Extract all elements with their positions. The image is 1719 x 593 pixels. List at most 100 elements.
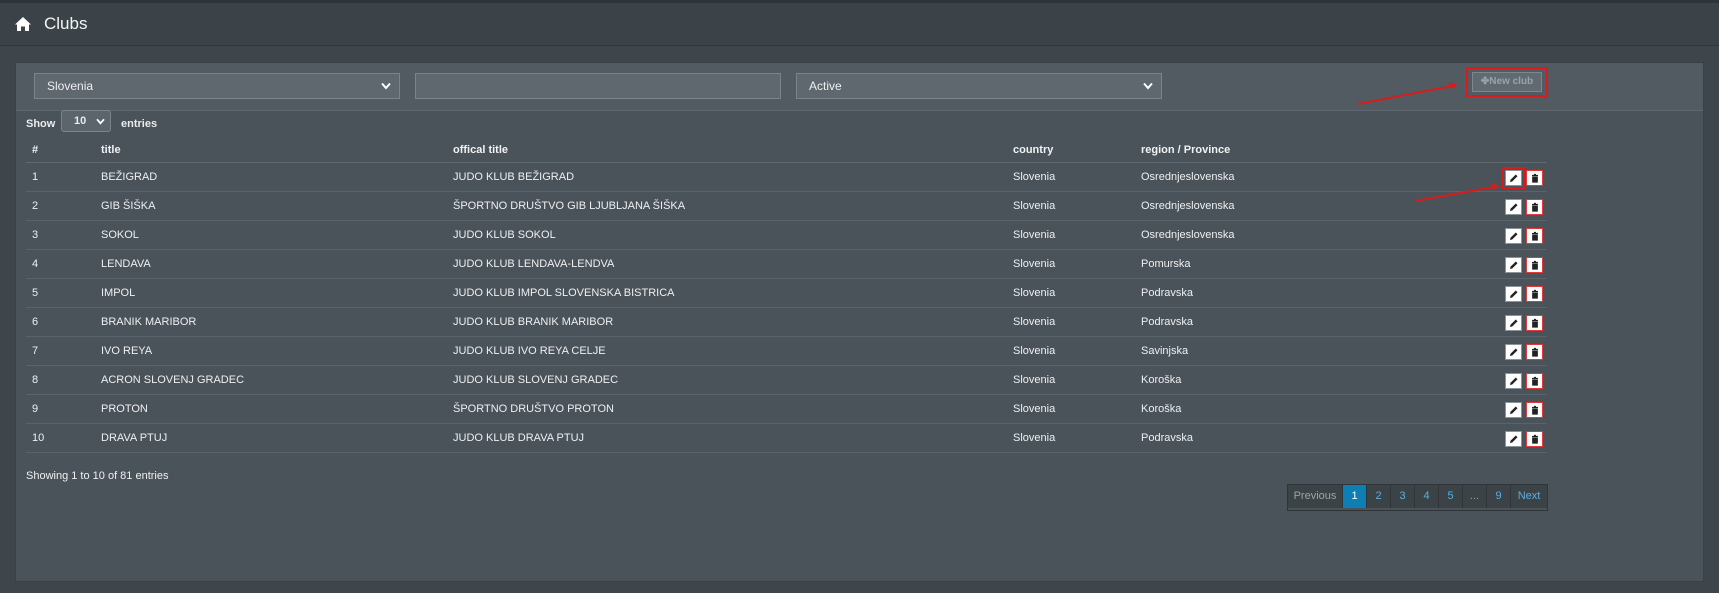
cell-region: Podravska (1141, 316, 1193, 328)
page-4-button[interactable]: 4 (1415, 485, 1439, 508)
cell-title: ACRON SLOVENJ GRADEC (101, 374, 245, 386)
pencil-icon (1510, 406, 1518, 414)
table-row: 1 BEŽIGRAD JUDO KLUB BEŽIGRAD Slovenia Osred… (26, 163, 1547, 192)
chevron-down-icon (96, 118, 105, 125)
cell-official-title: JUDO KLUB LENDAVA-LENDVA (453, 258, 615, 270)
page-2-button[interactable]: 2 (1367, 485, 1391, 508)
cell-number: 4 (32, 258, 39, 270)
cell-number: 10 (32, 432, 45, 444)
page-9-button[interactable]: 9 (1487, 485, 1511, 508)
table-row: 8 ACRON SLOVENJ GRADEC JUDO KLUB SLOVENJ G… (26, 366, 1547, 395)
edit-button[interactable] (1505, 431, 1522, 447)
table-row: 10 DRAVA PTUJ JUDO KLUB DRAVA PTUJ Slovenia… (26, 424, 1547, 453)
country-select[interactable]: Slovenia (34, 73, 400, 99)
pencil-icon (1510, 348, 1518, 356)
entries-label: entries (121, 118, 158, 130)
cell-number: 9 (32, 403, 39, 415)
cell-official-title: JUDO KLUB SOKOL (453, 229, 556, 241)
edit-button[interactable] (1505, 257, 1522, 273)
pencil-icon (1510, 232, 1518, 240)
cell-title: IVO REYA (101, 345, 153, 357)
edit-button[interactable] (1505, 315, 1522, 331)
edit-button[interactable] (1505, 228, 1522, 244)
cell-region: Osrednjeslovenska (1141, 229, 1235, 241)
delete-button[interactable] (1526, 431, 1543, 447)
home-icon[interactable] (14, 16, 32, 32)
table-row: 2 GIB ŠIŠKA ŠPORTNO DRUŠTVO GIB LJUBLJANA … (26, 192, 1547, 221)
table-info: Showing 1 to 10 of 81 entries (26, 470, 169, 482)
delete-button[interactable] (1526, 344, 1543, 360)
table-row: 7 IVO REYA JUDO KLUB IVO REYA CELJE Sloveni… (26, 337, 1547, 366)
cell-country: Slovenia (1013, 171, 1056, 183)
delete-button[interactable] (1526, 257, 1543, 273)
table-row: 9 PROTON ŠPORTNO DRUŠTVO PROTON Slovenia Kor… (26, 395, 1547, 424)
edit-button[interactable] (1505, 402, 1522, 418)
cell-official-title: JUDO KLUB IVO REYA CELJE (453, 345, 606, 357)
delete-button[interactable] (1526, 199, 1543, 215)
cell-country: Slovenia (1013, 229, 1056, 241)
trash-icon (1532, 347, 1538, 357)
previous-button[interactable]: Previous (1288, 485, 1343, 508)
pencil-icon (1510, 435, 1518, 443)
new-club-button[interactable]: ✤New club (1472, 72, 1542, 92)
column-header-title[interactable]: title (101, 144, 121, 156)
cell-region: Osrednjeslovenska (1141, 171, 1235, 183)
cell-number: 8 (32, 374, 39, 386)
table-row: 4 LENDAVA JUDO KLUB LENDAVA-LENDVA Slovenia… (26, 250, 1547, 279)
trash-icon (1532, 405, 1538, 415)
cell-official-title: JUDO KLUB BEŽIGRAD (453, 171, 575, 183)
cell-official-title: JUDO KLUB IMPOL SLOVENSKA BISTRICA (453, 287, 675, 299)
delete-button[interactable] (1526, 373, 1543, 389)
trash-icon (1532, 202, 1538, 212)
cell-country: Slovenia (1013, 432, 1056, 444)
cell-region: Koroška (1141, 403, 1182, 415)
column-header-number[interactable]: # (32, 144, 38, 156)
chevron-down-icon (381, 82, 391, 90)
clubs-panel: Slovenia Active ✤New club Show 10 entrie… (15, 62, 1704, 582)
cell-country: Slovenia (1013, 287, 1056, 299)
cell-official-title: ŠPORTNO DRUŠTVO PROTON (453, 403, 614, 415)
page-3-button[interactable]: 3 (1391, 485, 1415, 508)
cell-title: GIB ŠIŠKA (101, 200, 156, 212)
cell-number: 1 (32, 171, 39, 183)
cell-number: 2 (32, 200, 39, 212)
cell-region: Koroška (1141, 374, 1182, 386)
delete-button[interactable] (1526, 286, 1543, 302)
cell-country: Slovenia (1013, 316, 1056, 328)
delete-button[interactable] (1526, 315, 1543, 331)
delete-button[interactable] (1526, 402, 1543, 418)
page-5-button[interactable]: 5 (1439, 485, 1463, 508)
page-title: Clubs (44, 14, 88, 33)
page-1-button[interactable]: 1 (1343, 485, 1367, 508)
cell-region: Podravska (1141, 432, 1193, 444)
page-ellipsis: ... (1463, 485, 1487, 508)
cell-country: Slovenia (1013, 258, 1056, 270)
trash-icon (1532, 231, 1538, 241)
status-select[interactable]: Active (796, 73, 1162, 99)
column-header-official-title[interactable]: offical title (453, 144, 508, 156)
show-label: Show (26, 118, 56, 130)
new-club-highlight: ✤New club (1466, 67, 1548, 97)
delete-button[interactable] (1526, 170, 1543, 186)
edit-button[interactable] (1505, 286, 1522, 302)
trash-icon (1532, 173, 1538, 183)
pencil-icon (1510, 203, 1518, 211)
edit-button[interactable] (1505, 199, 1522, 215)
search-input[interactable] (415, 73, 781, 99)
page-length-select[interactable]: 10 (61, 110, 111, 132)
cell-official-title: JUDO KLUB BRANIK MARIBOR (453, 316, 614, 328)
column-header-country[interactable]: country (1013, 144, 1053, 156)
edit-button[interactable] (1505, 373, 1522, 389)
pencil-icon (1510, 377, 1518, 385)
chevron-down-icon (1143, 82, 1153, 90)
next-button[interactable]: Next (1511, 485, 1547, 508)
cell-region: Pomurska (1141, 258, 1191, 270)
cell-title: IMPOL (101, 287, 136, 299)
cell-country: Slovenia (1013, 345, 1056, 357)
cell-official-title: ŠPORTNO DRUŠTVO GIB LJUBLJANA ŠIŠKA (453, 200, 686, 212)
cell-country: Slovenia (1013, 403, 1056, 415)
column-header-region[interactable]: region / Province (1141, 144, 1230, 156)
trash-icon (1532, 318, 1538, 328)
delete-button[interactable] (1526, 228, 1543, 244)
edit-button[interactable] (1505, 344, 1522, 360)
